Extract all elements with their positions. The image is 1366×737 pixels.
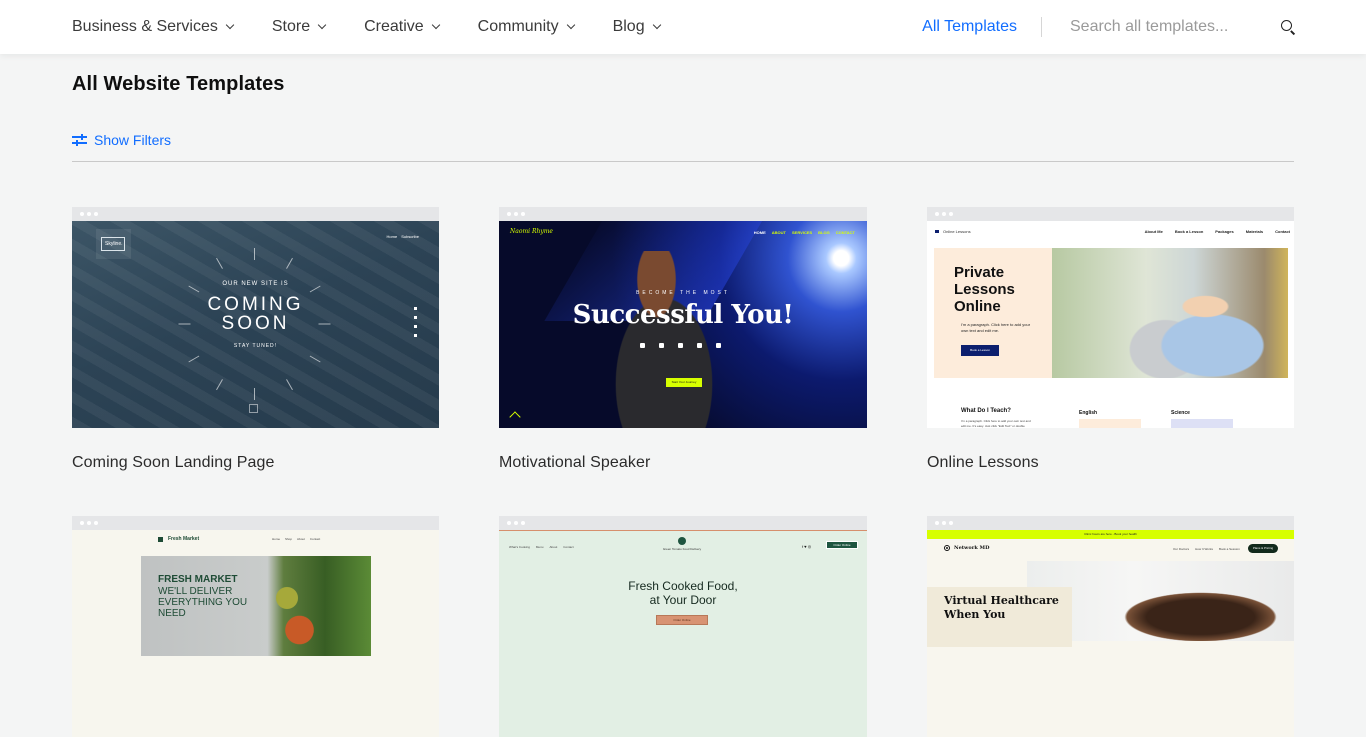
preview-social-icons bbox=[640, 343, 735, 348]
chevron-down-icon bbox=[225, 20, 235, 30]
template-thumbnail[interactable]: Naomi Rhyme HOME ABOUT SERVICES BLOG CONTACT… bbox=[499, 221, 867, 428]
template-thumbnail[interactable]: What's Cooking Menu About Contact Green Tom… bbox=[499, 530, 867, 737]
nav-label: Blog bbox=[612, 18, 645, 35]
nav-label: Community bbox=[477, 18, 559, 35]
preview-social-icons bbox=[414, 307, 419, 343]
preview-cta: Start Your Journey bbox=[666, 378, 702, 387]
template-thumbnail[interactable]: Skyline. Home Subscribe OUR NEW SITE IS C… bbox=[72, 221, 439, 428]
preview-section-paragraph: I'm a paragraph. Click here to add your … bbox=[961, 419, 1031, 428]
browser-chrome bbox=[72, 207, 439, 221]
preview-headline: Virtual Healthcare When You bbox=[944, 594, 1059, 621]
browser-chrome bbox=[927, 207, 1294, 221]
preview-headline: Fresh Cooked Food, at Your Door bbox=[628, 579, 738, 607]
preview-nav: Home Subscribe bbox=[386, 234, 419, 239]
template-name[interactable]: Motivational Speaker bbox=[499, 454, 867, 472]
nav-business-services[interactable]: Business & Services bbox=[72, 18, 235, 36]
nav-community[interactable]: Community bbox=[477, 18, 575, 36]
page-title: All Website Templates bbox=[72, 73, 285, 95]
template-name[interactable]: Online Lessons bbox=[927, 454, 1294, 472]
preview-paragraph: I'm a paragraph. Click here to add your … bbox=[961, 322, 1031, 333]
show-filters-label: Show Filters bbox=[94, 132, 172, 148]
preview-cta: Book a Lesson bbox=[961, 345, 999, 356]
preview-logo: Naomi Rhyme bbox=[510, 228, 553, 235]
browser-chrome bbox=[499, 516, 867, 530]
template-thumbnail[interactable]: Clinic hours are here - Book your health… bbox=[927, 530, 1294, 737]
preview-nav: Home Shop About Contact bbox=[272, 537, 321, 541]
chevron-down-icon bbox=[431, 20, 440, 30]
template-card[interactable]: What's Cooking Menu About Contact Green Tom… bbox=[499, 516, 867, 737]
chevron-down-icon bbox=[566, 20, 575, 30]
preview-subheadline: WE'LL DELIVER EVERYTHING YOU NEED bbox=[158, 586, 248, 619]
nav-label: Creative bbox=[364, 18, 424, 35]
template-card[interactable]: Skyline. Home Subscribe OUR NEW SITE IS C… bbox=[72, 207, 439, 472]
preview-cta: Order Online bbox=[826, 541, 858, 549]
speaker-photo bbox=[589, 251, 739, 428]
template-name[interactable]: Coming Soon Landing Page bbox=[72, 454, 439, 472]
preview-section-title: What Do I Teach? bbox=[961, 408, 1011, 414]
preview-logo: Green Tomato Food Delivery bbox=[662, 547, 702, 551]
top-navigation-bar: Business & Services Store Creative Commu… bbox=[0, 0, 1366, 54]
preview-logo: Network MD bbox=[944, 545, 989, 551]
preview-logo: Skyline. bbox=[96, 229, 131, 259]
chevron-down-icon bbox=[317, 20, 327, 30]
header-right: All Templates bbox=[922, 0, 1366, 54]
browser-chrome bbox=[927, 516, 1294, 530]
nav-label: Store bbox=[271, 18, 311, 35]
template-thumbnail[interactable]: Online Lessons About Me Book a Lesson Pack… bbox=[927, 221, 1294, 428]
preview-hero: OUR NEW SITE IS COMING SOON STAY TUNED! bbox=[207, 281, 304, 349]
preview-logo: Fresh Market bbox=[158, 536, 199, 542]
preview-cta: Order Online bbox=[656, 615, 708, 625]
preview-kicker: BECOME THE MOST bbox=[636, 290, 730, 296]
template-card[interactable]: Naomi Rhyme HOME ABOUT SERVICES BLOG CONTACT… bbox=[499, 207, 867, 472]
preview-cta: Plans & Pricing bbox=[1248, 544, 1278, 553]
scroll-down-icon bbox=[249, 404, 258, 413]
preview-logo: Online Lessons bbox=[935, 229, 971, 234]
filter-sliders-icon bbox=[72, 133, 87, 147]
preview-nav: What's Cooking Menu About Contact bbox=[509, 545, 574, 549]
preview-nav: Our Doctors How It Works Book a Session bbox=[1173, 547, 1240, 551]
preview-subject: Science bbox=[1171, 410, 1190, 416]
preview-headline: FRESH MARKET bbox=[158, 574, 238, 585]
preview-headline: Private Lessons Online bbox=[954, 264, 1015, 315]
preview-nav: HOME ABOUT SERVICES BLOG CONTACT bbox=[753, 230, 855, 235]
template-card[interactable]: Online Lessons About Me Book a Lesson Pack… bbox=[927, 207, 1294, 472]
show-filters-button[interactable]: Show Filters bbox=[72, 132, 171, 148]
preview-social-icons: f ♥ ◎ bbox=[802, 544, 812, 549]
preview-nav: About Me Book a Lesson Packages Materials Co… bbox=[1144, 229, 1290, 234]
chevron-down-icon bbox=[652, 20, 661, 30]
template-thumbnail[interactable]: Fresh Market Home Shop About Contact FRESH … bbox=[72, 530, 439, 737]
nav-blog[interactable]: Blog bbox=[612, 18, 661, 36]
science-icon bbox=[1171, 419, 1233, 428]
preview-headline: Successful You! bbox=[572, 300, 794, 330]
divider bbox=[1041, 17, 1042, 37]
browser-chrome bbox=[499, 207, 867, 221]
search-icon[interactable] bbox=[1280, 19, 1296, 35]
search-input[interactable] bbox=[1070, 18, 1270, 36]
nav-label: Business & Services bbox=[72, 18, 218, 35]
browser-chrome bbox=[72, 516, 439, 530]
template-card[interactable]: Clinic hours are here - Book your health… bbox=[927, 516, 1294, 737]
nav-store[interactable]: Store bbox=[271, 18, 327, 36]
preview-subject: English bbox=[1079, 410, 1098, 416]
divider bbox=[72, 161, 1294, 162]
all-templates-link[interactable]: All Templates bbox=[922, 18, 1017, 36]
book-icon bbox=[1079, 419, 1141, 428]
nav-creative[interactable]: Creative bbox=[364, 18, 440, 36]
template-card[interactable]: Fresh Market Home Shop About Contact FRESH … bbox=[72, 516, 439, 737]
preview-logo-icon bbox=[678, 537, 686, 545]
preview-banner: Clinic hours are here - Book your health bbox=[927, 530, 1294, 539]
category-nav: Business & Services Store Creative Commu… bbox=[72, 0, 699, 54]
chevron-up-icon bbox=[509, 411, 521, 423]
student-photo bbox=[1052, 248, 1288, 378]
